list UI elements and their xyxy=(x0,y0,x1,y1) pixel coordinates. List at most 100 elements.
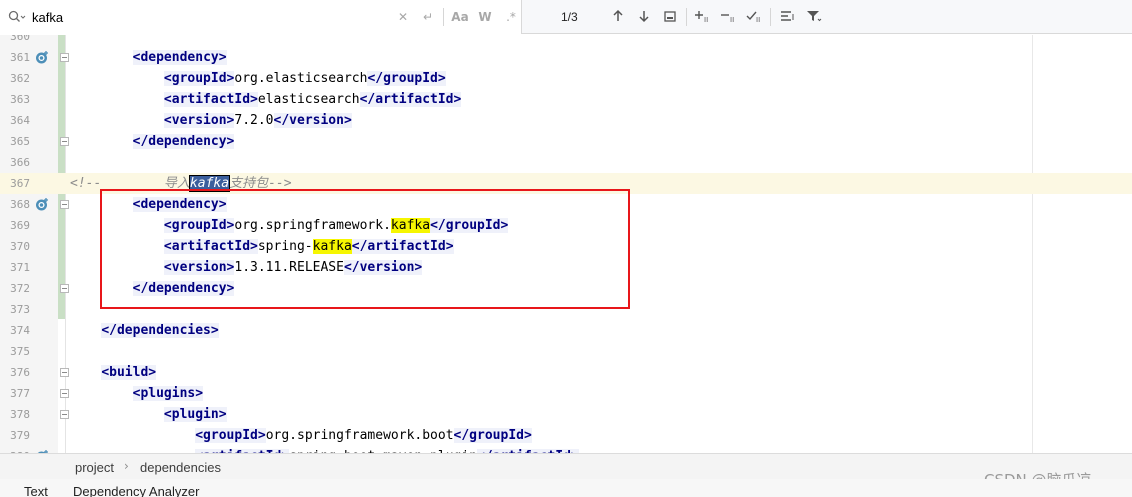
fold-toggle-icon[interactable] xyxy=(60,284,69,293)
line-number: 373 xyxy=(10,303,30,316)
code-text: </dependencies> xyxy=(70,320,219,341)
toolbar-separator xyxy=(686,8,687,26)
line-number: 360 xyxy=(10,35,30,43)
xml-tag: <plugins> xyxy=(132,386,204,401)
show-filter-popup-icon[interactable] xyxy=(780,9,796,25)
whole-words-toggle[interactable]: W xyxy=(477,9,493,25)
clear-search-icon[interactable]: ✕ xyxy=(395,9,411,25)
fold-toggle-icon[interactable] xyxy=(60,410,69,419)
code-line[interactable]: 375 xyxy=(0,341,1132,362)
code-line[interactable]: 365 </dependency> xyxy=(0,131,1132,152)
line-number: 376 xyxy=(10,366,30,379)
code-text: <dependency> xyxy=(70,47,227,68)
filter-icon[interactable] xyxy=(806,9,822,25)
line-number: 368 xyxy=(10,198,30,211)
line-number: 361 xyxy=(10,51,30,64)
fold-toggle-icon[interactable] xyxy=(60,53,69,62)
select-all-occurrences-icon[interactable] xyxy=(662,9,678,25)
code-line[interactable]: 362 <groupId>org.elasticsearch</groupId> xyxy=(0,68,1132,89)
fold-toggle-icon[interactable] xyxy=(60,389,69,398)
match-case-toggle[interactable]: Aa xyxy=(451,9,469,25)
xml-text: org.springframework.boot xyxy=(265,428,454,443)
code-line[interactable]: 377 <plugins> xyxy=(0,383,1132,404)
new-line-icon[interactable]: ↵ xyxy=(420,9,436,25)
search-field: ✕ ↵ Aa W .* xyxy=(0,0,522,34)
code-line[interactable]: 380 <artifactId>spring-boot-maven-plugin… xyxy=(0,446,1132,453)
overrides-gutter-icon[interactable] xyxy=(35,197,50,212)
code-editor[interactable]: 360 361 <dependency> 362 <groupId>org.elas… xyxy=(0,35,1132,453)
line-number: 374 xyxy=(10,324,30,337)
fold-toggle-icon[interactable] xyxy=(60,137,69,146)
xml-tag: <artifactId> xyxy=(163,92,258,107)
line-number: 378 xyxy=(10,408,30,421)
toolbar-separator xyxy=(443,8,444,26)
code-text: <groupId>org.springframework.boot</group… xyxy=(70,425,532,446)
xml-tag: </artifactId> xyxy=(359,92,462,107)
xml-tag: <groupId> xyxy=(195,428,266,443)
select-all-matches-icon[interactable]: II xyxy=(746,9,762,25)
fold-toggle-icon[interactable] xyxy=(60,368,69,377)
breadcrumb: project › dependencies CSDN @脑瓜凉 xyxy=(0,453,1132,489)
line-number: 366 xyxy=(10,156,30,169)
code-text: <groupId>org.elasticsearch</groupId> xyxy=(70,68,446,89)
line-number: 380 xyxy=(0,446,30,453)
xml-tag: <groupId> xyxy=(163,71,235,86)
overrides-gutter-icon[interactable] xyxy=(35,50,50,65)
line-number: 362 xyxy=(10,72,30,85)
xml-tag: </dependencies> xyxy=(101,323,219,338)
xml-tag: <build> xyxy=(101,365,157,380)
code-line[interactable]: 379 <groupId>org.springframework.boot</g… xyxy=(0,425,1132,446)
match-count: 1/3 xyxy=(561,10,578,24)
svg-text:II: II xyxy=(730,16,734,23)
breadcrumb-item-dependencies[interactable]: dependencies xyxy=(140,460,221,475)
line-number: 379 xyxy=(10,429,30,442)
tab-dependency-analyzer[interactable]: Dependency Analyzer xyxy=(73,484,199,497)
xml-tag: <plugin> xyxy=(163,407,227,422)
code-text: <plugin> xyxy=(70,404,227,425)
code-text: <artifactId>spring-boot-maven-plugin</ar… xyxy=(70,446,579,453)
xml-tag: </groupId> xyxy=(367,71,446,86)
xml-tag: <version> xyxy=(163,113,235,128)
line-number: 364 xyxy=(10,114,30,127)
xml-tag: <dependency> xyxy=(132,50,227,65)
fold-toggle-icon[interactable] xyxy=(60,200,69,209)
regex-toggle[interactable]: .* xyxy=(503,9,519,25)
search-icon[interactable] xyxy=(8,10,26,27)
code-line[interactable]: 376 <build> xyxy=(0,362,1132,383)
code-text: <build> xyxy=(70,362,157,383)
code-line[interactable]: 364 <version>7.2.0</version> xyxy=(0,110,1132,131)
code-line[interactable]: 360 xyxy=(0,35,1132,47)
line-number: 365 xyxy=(10,135,30,148)
search-input[interactable] xyxy=(32,8,382,26)
code-line[interactable]: 378 <plugin> xyxy=(0,404,1132,425)
next-occurrence-icon[interactable] xyxy=(636,9,652,25)
remove-occurrence-icon[interactable]: II xyxy=(720,9,736,25)
add-occurrence-icon[interactable]: II xyxy=(694,9,710,25)
code-line[interactable]: 361 <dependency> xyxy=(0,47,1132,68)
tab-text[interactable]: Text xyxy=(24,484,48,497)
xml-text: 7.2.0 xyxy=(234,113,274,128)
previous-occurrence-icon[interactable] xyxy=(610,9,626,25)
line-number: 369 xyxy=(10,219,30,232)
line-number: 363 xyxy=(10,93,30,106)
code-line[interactable]: 363 <artifactId>elasticsearch</artifactI… xyxy=(0,89,1132,110)
code-text: <version>7.2.0</version> xyxy=(70,110,352,131)
code-text: </dependency> xyxy=(70,131,235,152)
breadcrumb-separator: › xyxy=(124,459,129,473)
breadcrumb-item-project[interactable]: project xyxy=(75,460,114,475)
code-line[interactable]: 374 </dependencies> xyxy=(0,320,1132,341)
line-number: 375 xyxy=(10,345,30,358)
xml-text: elasticsearch xyxy=(257,92,360,107)
code-text: <plugins> xyxy=(70,383,204,404)
editor-bottom-tabs: Text Dependency Analyzer xyxy=(0,479,1132,497)
find-toolbar: ✕ ↵ Aa W .* 1/3 II II II xyxy=(0,0,1132,34)
code-line[interactable]: 366 xyxy=(0,152,1132,173)
line-number: 371 xyxy=(10,261,30,274)
